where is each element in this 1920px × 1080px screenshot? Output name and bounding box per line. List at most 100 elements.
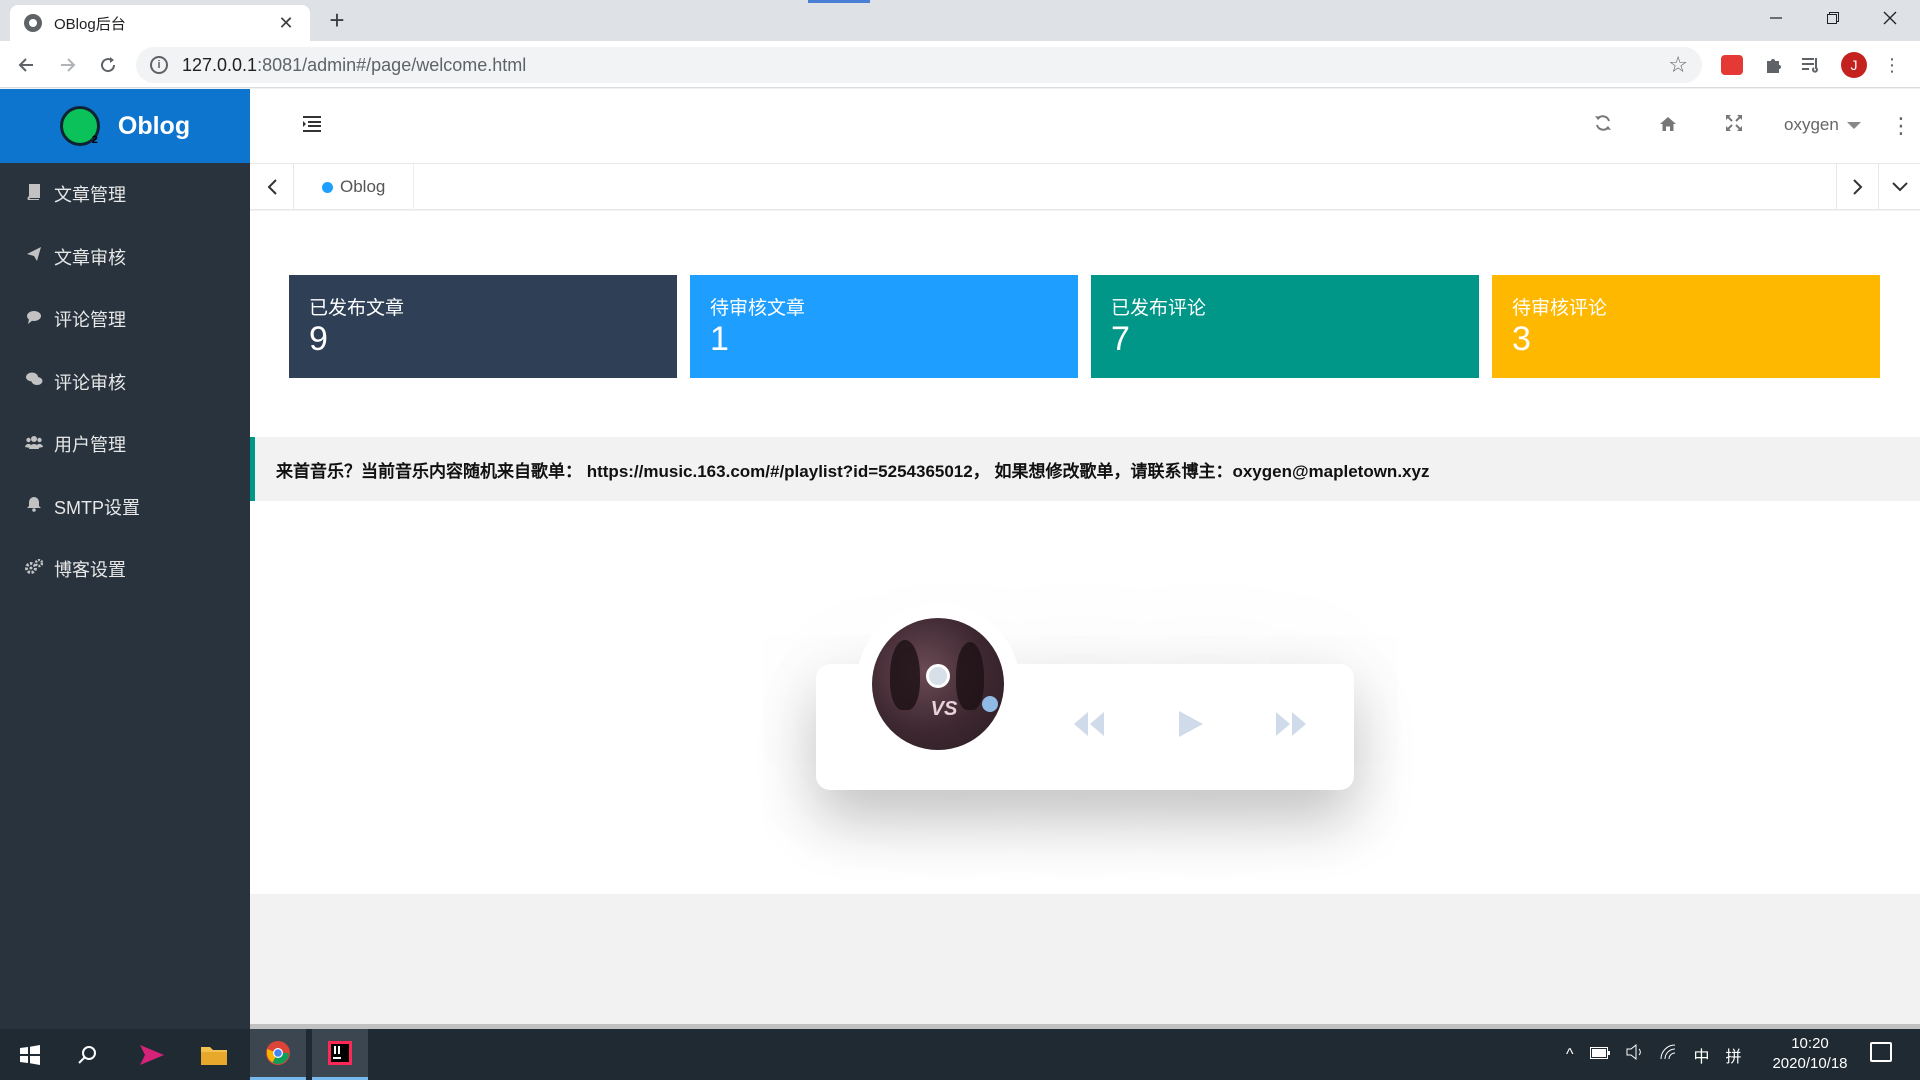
profile-avatar[interactable]: J xyxy=(1841,52,1867,78)
taskbar-app-send[interactable] xyxy=(124,1029,180,1080)
stat-card-pending-comments[interactable]: 待审核评论 3 xyxy=(1492,275,1880,378)
browser-tab-title: OBlog后台 xyxy=(54,15,126,33)
tab-scroll-right-button[interactable] xyxy=(1836,164,1878,210)
ime-mode-indicator[interactable]: 拼 xyxy=(1726,1043,1742,1067)
sidebar: Oblog 文章管理 文章审核 评论管理 评论审核 用户管理 SMTP设置 xyxy=(0,89,250,1029)
search-button[interactable] xyxy=(60,1029,116,1080)
menu-collapse-icon[interactable] xyxy=(302,115,324,137)
ime-indicator[interactable]: 中 xyxy=(1694,1043,1710,1067)
more-vertical-icon[interactable]: ⋮ xyxy=(1890,113,1912,139)
paper-plane-icon xyxy=(24,246,44,267)
notification-center-icon[interactable] xyxy=(1870,1042,1892,1062)
extension-red-icon[interactable] xyxy=(1720,53,1744,77)
browser-tab[interactable]: OBlog后台 ✕ xyxy=(10,5,310,41)
book-icon xyxy=(24,183,44,205)
chevron-down-icon xyxy=(1891,182,1908,192)
globe-icon xyxy=(24,14,42,32)
chrome-icon xyxy=(266,1041,290,1065)
system-tray: ^ 中 拼 xyxy=(1566,1029,1758,1080)
arrow-right-icon xyxy=(61,58,76,72)
minimize-button[interactable] xyxy=(1748,0,1804,36)
stat-label: 已发布文章 xyxy=(309,298,405,319)
logo-icon xyxy=(59,106,100,146)
rewind-icon xyxy=(1074,712,1104,736)
gears-icon xyxy=(24,558,44,580)
next-track-button[interactable] xyxy=(1274,709,1308,744)
site-info-icon[interactable]: i xyxy=(150,56,168,74)
taskbar-file-explorer[interactable] xyxy=(186,1029,242,1080)
sidebar-item-smtp[interactable]: SMTP设置 xyxy=(0,476,250,539)
stat-label: 待审核评论 xyxy=(1512,298,1608,319)
network-icon[interactable] xyxy=(1660,1044,1678,1065)
users-icon xyxy=(24,434,44,455)
windows-logo-icon xyxy=(20,1044,40,1065)
chevron-left-icon xyxy=(267,179,277,195)
tab-scroll-left-button[interactable] xyxy=(250,164,294,210)
battery-icon[interactable] xyxy=(1589,1046,1610,1064)
sidebar-item-blog-settings[interactable]: 博客设置 xyxy=(0,538,250,601)
start-button[interactable] xyxy=(2,1029,58,1080)
media-control-icon[interactable] xyxy=(1799,53,1823,77)
windows-taskbar: ^ 中 拼 10:20 2020/10/18 xyxy=(0,1029,1920,1080)
comment-icon xyxy=(24,309,44,330)
stat-label: 已发布评论 xyxy=(1111,298,1207,319)
tab-options-button[interactable] xyxy=(1878,164,1920,210)
sidebar-item-comment-review[interactable]: 评论审核 xyxy=(0,351,250,414)
stat-value: 1 xyxy=(710,320,729,358)
disc-center xyxy=(926,664,950,688)
address-bar[interactable]: i 127.0.0.1:8081/admin#/page/welcome.htm… xyxy=(136,47,1702,83)
refresh-icon[interactable] xyxy=(1590,113,1616,139)
arrow-left-icon xyxy=(18,58,33,72)
browser-tab-bar: OBlog后台 ✕ + xyxy=(0,0,1920,41)
fast-forward-icon xyxy=(1276,712,1306,736)
taskbar-chrome[interactable] xyxy=(250,1029,306,1080)
close-window-icon xyxy=(1883,11,1897,25)
taskbar-clock[interactable]: 10:20 2020/10/18 xyxy=(1760,1034,1860,1074)
previous-track-button[interactable] xyxy=(1072,709,1106,744)
stat-card-published-articles[interactable]: 已发布文章 9 xyxy=(289,275,677,378)
paper-plane-app-icon xyxy=(140,1044,164,1065)
sidebar-item-label: 文章审核 xyxy=(54,247,126,268)
new-tab-button[interactable]: + xyxy=(322,6,352,36)
top-header: oxygen ⋮ xyxy=(250,89,1920,164)
url-path: :8081/admin#/page/welcome.html xyxy=(257,54,527,75)
url-text: 127.0.0.1:8081/admin#/page/welcome.html xyxy=(182,55,1668,76)
play-button[interactable] xyxy=(1175,709,1205,744)
clock-time: 10:20 xyxy=(1791,1035,1829,1052)
sidebar-item-label: 评论审核 xyxy=(54,372,126,393)
music-notice: 来首音乐？当前音乐内容随机来自歌单： https://music.163.com… xyxy=(250,437,1920,501)
user-menu[interactable]: oxygen xyxy=(1784,115,1861,135)
close-window-button[interactable] xyxy=(1862,0,1918,36)
username: oxygen xyxy=(1784,115,1839,134)
sidebar-item-article-review[interactable]: 文章审核 xyxy=(0,226,250,289)
stat-value: 3 xyxy=(1512,320,1531,358)
close-tab-icon[interactable]: ✕ xyxy=(276,13,296,34)
browser-menu-icon[interactable]: ⋮ xyxy=(1880,53,1904,77)
intellij-icon xyxy=(328,1041,352,1065)
search-icon xyxy=(78,1045,96,1064)
bookmark-star-icon[interactable]: ☆ xyxy=(1668,52,1688,78)
tab-oblog[interactable]: Oblog xyxy=(310,164,414,210)
sidebar-item-label: 文章管理 xyxy=(54,185,126,206)
sidebar-item-articles[interactable]: 文章管理 xyxy=(0,163,250,226)
reload-button[interactable] xyxy=(92,49,124,81)
volume-icon[interactable] xyxy=(1626,1043,1644,1065)
chevron-right-icon xyxy=(1852,179,1862,195)
tray-expand-icon[interactable]: ^ xyxy=(1566,1046,1574,1064)
home-icon[interactable] xyxy=(1655,113,1681,139)
sidebar-item-users[interactable]: 用户管理 xyxy=(0,413,250,476)
sidebar-item-label: 博客设置 xyxy=(54,560,126,581)
restore-button[interactable] xyxy=(1805,0,1861,36)
album-cover-text: VS xyxy=(930,698,958,720)
stat-card-pending-articles[interactable]: 待审核文章 1 xyxy=(690,275,1078,378)
extensions-puzzle-icon[interactable] xyxy=(1761,53,1785,77)
forward-button[interactable] xyxy=(52,49,84,81)
sidebar-logo[interactable]: Oblog xyxy=(0,89,250,163)
stat-card-published-comments[interactable]: 已发布评论 7 xyxy=(1091,275,1479,378)
sidebar-item-label: 评论管理 xyxy=(54,310,126,331)
back-button[interactable] xyxy=(10,49,42,81)
sidebar-item-comments[interactable]: 评论管理 xyxy=(0,288,250,351)
taskbar-intellij[interactable] xyxy=(312,1029,368,1080)
bell-icon xyxy=(24,496,44,517)
fullscreen-icon[interactable] xyxy=(1721,113,1747,139)
